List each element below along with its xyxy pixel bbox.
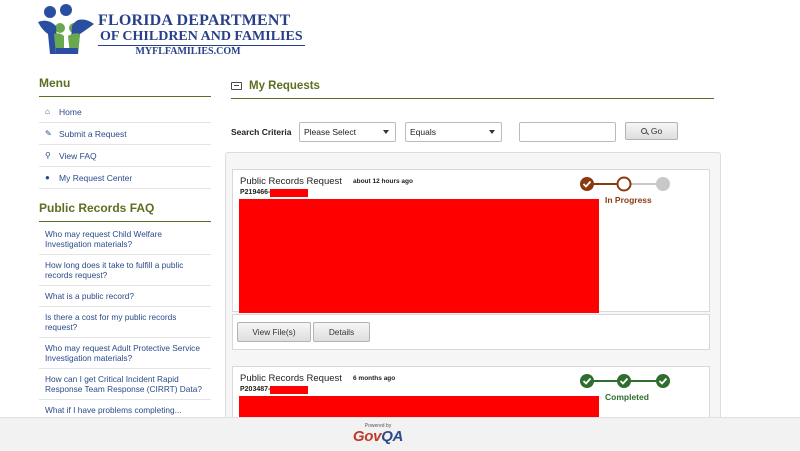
request-id[interactable]: P203487- bbox=[240, 386, 270, 393]
faq-link[interactable]: Who may request Child Welfare Investigat… bbox=[39, 224, 211, 255]
status-badge: In Progress bbox=[605, 195, 652, 205]
dcf-logo[interactable]: FLORIDA DEPARTMENT OF CHILDREN AND FAMIL… bbox=[36, 4, 305, 60]
inbox-icon bbox=[231, 82, 242, 90]
menu-item-label: View FAQ bbox=[59, 150, 97, 161]
menu-item-label: My Request Center bbox=[59, 172, 133, 183]
search-field-select-value: Please Select bbox=[304, 127, 356, 137]
logo-title: FLORIDA DEPARTMENT bbox=[98, 12, 291, 29]
faq-link[interactable]: How long does it take to fulfill a publi… bbox=[39, 255, 211, 286]
search-operator-select-value: Equals bbox=[410, 127, 436, 137]
step-pending-icon bbox=[656, 177, 670, 191]
menu-heading: Menu bbox=[39, 76, 211, 97]
request-time: about 12 hours ago bbox=[353, 178, 413, 185]
search-criteria-row: Search Criteria Please Select Equals Go bbox=[231, 121, 714, 143]
govqa-logo[interactable]: Powered by GovQA bbox=[348, 423, 408, 444]
request-actions: View File(s) Details bbox=[232, 314, 710, 350]
faq-link[interactable]: How can I get Critical Incident Rapid Re… bbox=[39, 369, 211, 400]
view-files-button[interactable]: View File(s) bbox=[237, 322, 311, 342]
search-criteria-label: Search Criteria bbox=[231, 127, 292, 137]
search-icon: ⚲ bbox=[45, 151, 51, 160]
page-title: My Requests bbox=[231, 80, 714, 99]
step-complete-check-icon bbox=[617, 374, 631, 388]
progress-tracker bbox=[580, 176, 670, 192]
request-time: 6 months ago bbox=[353, 375, 396, 382]
redacted-id-block bbox=[270, 189, 308, 197]
redacted-id-block bbox=[270, 386, 308, 394]
details-button[interactable]: Details bbox=[313, 322, 370, 342]
main-content: My Requests Search Criteria Please Selec… bbox=[225, 80, 721, 451]
govqa-brand-qa: QA bbox=[381, 428, 404, 445]
page-title-text: My Requests bbox=[249, 80, 320, 92]
menu-item-label: Home bbox=[59, 106, 82, 117]
step-complete-check-icon bbox=[656, 374, 670, 388]
request-results-panel[interactable]: Public Records Request about 12 hours ag… bbox=[225, 152, 721, 451]
search-operator-select[interactable]: Equals bbox=[405, 122, 502, 142]
step-current-icon bbox=[616, 176, 632, 192]
home-icon: ⌂ bbox=[45, 107, 50, 116]
status-badge: Completed bbox=[605, 392, 649, 402]
menu-item-label: Submit a Request bbox=[59, 128, 127, 139]
menu-list: ⌂ Home ✎ Submit a Request ⚲ View FAQ ● M… bbox=[39, 101, 211, 189]
logo-url: MYFLFAMILIES.COM bbox=[135, 46, 241, 57]
search-value-input[interactable] bbox=[519, 122, 616, 142]
footer: Powered by GovQA bbox=[0, 417, 800, 451]
step-complete-check-icon bbox=[580, 177, 594, 191]
menu-item-submit-request[interactable]: ✎ Submit a Request bbox=[39, 123, 211, 145]
faq-link[interactable]: Who may request Adult Protective Service… bbox=[39, 338, 211, 369]
faq-heading: Public Records FAQ bbox=[39, 201, 211, 222]
faq-link[interactable]: What is a public record? bbox=[39, 286, 211, 307]
search-icon bbox=[640, 128, 647, 134]
edit-icon: ✎ bbox=[45, 129, 52, 138]
search-field-select[interactable]: Please Select bbox=[299, 122, 396, 142]
user-icon: ● bbox=[45, 173, 50, 182]
faq-list: Who may request Child Welfare Investigat… bbox=[39, 224, 211, 421]
menu-item-request-center[interactable]: ● My Request Center bbox=[39, 167, 211, 189]
menu-item-view-faq[interactable]: ⚲ View FAQ bbox=[39, 145, 211, 167]
logo-subtitle: OF CHILDREN AND FAMILIES bbox=[98, 29, 305, 46]
menu-item-home[interactable]: ⌂ Home bbox=[39, 101, 211, 123]
request-title: Public Records Request bbox=[240, 373, 342, 384]
step-complete-check-icon bbox=[580, 374, 594, 388]
faq-link[interactable]: Is there a cost for my public records re… bbox=[39, 307, 211, 338]
chevron-down-icon bbox=[383, 130, 389, 134]
request-title: Public Records Request bbox=[240, 176, 342, 187]
go-button-label: Go bbox=[650, 126, 663, 136]
redacted-content-block bbox=[239, 199, 599, 313]
request-id[interactable]: P219466- bbox=[240, 189, 270, 196]
chevron-down-icon bbox=[489, 130, 495, 134]
go-button[interactable]: Go bbox=[625, 122, 678, 140]
sidebar: Menu ⌂ Home ✎ Submit a Request ⚲ View FA… bbox=[39, 76, 211, 421]
govqa-brand-gov: Gov bbox=[352, 428, 382, 445]
progress-tracker bbox=[580, 374, 670, 388]
request-card: Public Records Request about 12 hours ag… bbox=[232, 169, 710, 313]
family-figures-logo-icon bbox=[38, 4, 94, 55]
